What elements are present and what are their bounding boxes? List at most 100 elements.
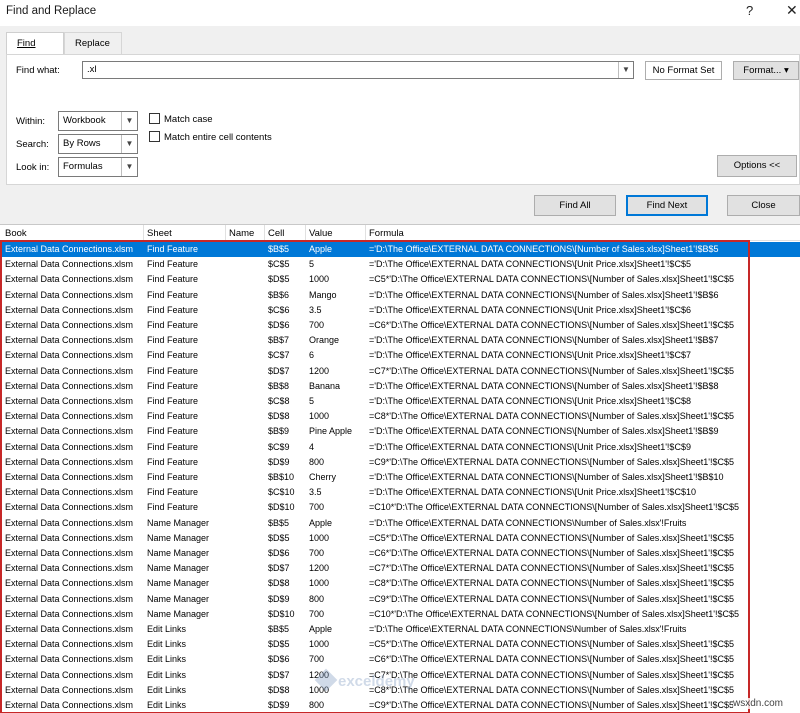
table-cell: =C7*'D:\The Office\EXTERNAL DATA CONNECT… bbox=[369, 365, 734, 376]
table-row[interactable]: External Data Connections.xlsm Name Manag… bbox=[0, 576, 800, 591]
table-cell: =C6*'D:\The Office\EXTERNAL DATA CONNECT… bbox=[369, 654, 734, 665]
table-row[interactable]: External Data Connections.xlsm Find Featu… bbox=[0, 424, 800, 439]
table-row[interactable]: External Data Connections.xlsm Find Featu… bbox=[0, 379, 800, 394]
table-cell: External Data Connections.xlsm bbox=[5, 563, 134, 574]
chevron-down-icon: ▼ bbox=[121, 158, 137, 176]
table-cell: External Data Connections.xlsm bbox=[5, 274, 134, 285]
table-cell: $D$6 bbox=[268, 548, 290, 558]
format-button[interactable]: Format... ▾ bbox=[733, 61, 799, 80]
table-row[interactable]: External Data Connections.xlsm Find Featu… bbox=[0, 242, 800, 258]
table-row[interactable]: External Data Connections.xlsm Name Manag… bbox=[0, 531, 800, 546]
tab-replace[interactable]: Replace bbox=[64, 32, 122, 54]
table-row[interactable]: External Data Connections.xlsm Find Featu… bbox=[0, 394, 800, 409]
table-row[interactable]: External Data Connections.xlsm Find Featu… bbox=[0, 455, 800, 470]
table-cell: Banana bbox=[309, 380, 341, 391]
table-row[interactable]: External Data Connections.xlsm Name Manag… bbox=[0, 561, 800, 576]
find-what-input[interactable]: .xl ▼ bbox=[82, 61, 634, 79]
table-cell: External Data Connections.xlsm bbox=[5, 472, 134, 482]
table-cell: Find Feature bbox=[147, 365, 199, 376]
match-case-label: Match case bbox=[164, 114, 213, 125]
table-row[interactable]: External Data Connections.xlsm Name Manag… bbox=[0, 546, 800, 561]
match-entire-label: Match entire cell contents bbox=[164, 132, 272, 143]
find-what-value: .xl bbox=[87, 64, 97, 75]
table-row[interactable]: External Data Connections.xlsm Find Featu… bbox=[0, 440, 800, 455]
table-cell: Find Feature bbox=[147, 259, 199, 270]
table-row[interactable]: External Data Connections.xlsm Edit Links… bbox=[0, 698, 800, 713]
table-cell: Edit Links bbox=[147, 624, 187, 634]
table-row[interactable]: External Data Connections.xlsm Find Featu… bbox=[0, 500, 800, 515]
table-cell: 800 bbox=[309, 593, 325, 604]
table-cell: ='D:\The Office\EXTERNAL DATA CONNECTION… bbox=[369, 487, 696, 498]
table-row[interactable]: External Data Connections.xlsm Edit Links… bbox=[0, 622, 800, 637]
find-all-button[interactable]: Find All bbox=[534, 195, 616, 216]
look-in-label: Look in: bbox=[16, 162, 50, 173]
options-button[interactable]: Options << bbox=[717, 155, 797, 177]
tab-find[interactable]: Find bbox=[6, 32, 64, 55]
table-row[interactable]: External Data Connections.xlsm Find Featu… bbox=[0, 364, 800, 379]
table-cell: $B$10 bbox=[268, 472, 295, 482]
table-cell: External Data Connections.xlsm bbox=[5, 654, 134, 665]
table-cell: $B$7 bbox=[268, 335, 290, 346]
column-header-cell[interactable]: Cell bbox=[268, 228, 284, 239]
chevron-down-icon: ▾ bbox=[783, 65, 789, 76]
within-select[interactable]: Workbook ▼ bbox=[58, 111, 138, 131]
column-header-value[interactable]: Value bbox=[309, 228, 333, 239]
table-cell: $D$6 bbox=[268, 320, 290, 330]
column-header-name[interactable]: Name bbox=[229, 228, 254, 239]
table-cell: 800 bbox=[309, 456, 325, 467]
table-row[interactable]: External Data Connections.xlsm Name Manag… bbox=[0, 592, 800, 607]
table-row[interactable]: External Data Connections.xlsm Find Featu… bbox=[0, 348, 800, 363]
table-row[interactable]: External Data Connections.xlsm Find Featu… bbox=[0, 303, 800, 318]
table-cell: $B$8 bbox=[268, 380, 290, 391]
table-cell: External Data Connections.xlsm bbox=[5, 320, 134, 330]
table-cell: External Data Connections.xlsm bbox=[5, 304, 134, 315]
table-row[interactable]: External Data Connections.xlsm Find Featu… bbox=[0, 288, 800, 303]
column-header-sheet[interactable]: Sheet bbox=[147, 228, 172, 239]
table-cell: 1000 bbox=[309, 411, 330, 422]
search-select[interactable]: By Rows ▼ bbox=[58, 134, 138, 154]
table-row[interactable]: External Data Connections.xlsm Edit Links… bbox=[0, 652, 800, 667]
match-case-checkbox[interactable] bbox=[149, 113, 160, 124]
table-cell: Find Feature bbox=[147, 426, 199, 437]
table-cell: =C10*'D:\The Office\EXTERNAL DATA CONNEC… bbox=[369, 608, 739, 619]
find-next-button[interactable]: Find Next bbox=[626, 195, 708, 216]
table-row[interactable]: External Data Connections.xlsm Name Manag… bbox=[0, 607, 800, 622]
table-cell: External Data Connections.xlsm bbox=[5, 608, 134, 619]
table-cell: External Data Connections.xlsm bbox=[5, 700, 134, 710]
match-entire-checkbox[interactable] bbox=[149, 131, 160, 142]
table-cell: 3.5 bbox=[309, 304, 322, 315]
table-cell: Edit Links bbox=[147, 654, 187, 665]
table-row[interactable]: External Data Connections.xlsm Edit Links… bbox=[0, 637, 800, 652]
table-row[interactable]: External Data Connections.xlsm Find Featu… bbox=[0, 333, 800, 348]
table-cell: ='D:\The Office\EXTERNAL DATA CONNECTION… bbox=[369, 441, 691, 452]
table-cell: Apple bbox=[309, 244, 333, 254]
table-row[interactable]: External Data Connections.xlsm Find Featu… bbox=[0, 257, 800, 272]
table-cell: $B$6 bbox=[268, 289, 290, 300]
table-row[interactable]: External Data Connections.xlsm Name Manag… bbox=[0, 516, 800, 531]
table-cell: External Data Connections.xlsm bbox=[5, 289, 134, 300]
look-in-select[interactable]: Formulas ▼ bbox=[58, 157, 138, 177]
table-row[interactable]: External Data Connections.xlsm Find Featu… bbox=[0, 318, 800, 333]
chevron-down-icon[interactable]: ▼ bbox=[618, 62, 633, 78]
help-icon[interactable]: ? bbox=[746, 3, 753, 18]
table-row[interactable]: External Data Connections.xlsm Find Featu… bbox=[0, 409, 800, 424]
table-cell: Find Feature bbox=[147, 274, 199, 285]
table-row[interactable]: External Data Connections.xlsm Find Featu… bbox=[0, 485, 800, 500]
table-cell: $D$8 bbox=[268, 684, 290, 695]
close-icon[interactable]: ✕ bbox=[786, 2, 798, 19]
table-cell: Find Feature bbox=[147, 502, 199, 513]
column-header-book[interactable]: Book bbox=[5, 228, 27, 239]
table-row[interactable]: External Data Connections.xlsm Find Featu… bbox=[0, 470, 800, 485]
table-cell: 700 bbox=[309, 548, 325, 558]
table-cell: $D$8 bbox=[268, 578, 290, 589]
no-format-set-button[interactable]: No Format Set bbox=[645, 61, 722, 80]
close-button[interactable]: Close bbox=[727, 195, 800, 216]
table-cell: 700 bbox=[309, 320, 325, 330]
table-cell: =C5*'D:\The Office\EXTERNAL DATA CONNECT… bbox=[369, 639, 734, 650]
search-label: Search: bbox=[16, 139, 49, 150]
table-cell: ='D:\The Office\EXTERNAL DATA CONNECTION… bbox=[369, 624, 687, 634]
table-row[interactable]: External Data Connections.xlsm Find Featu… bbox=[0, 272, 800, 287]
table-cell: $D$9 bbox=[268, 700, 290, 710]
column-header-formula[interactable]: Formula bbox=[369, 228, 404, 239]
table-cell: External Data Connections.xlsm bbox=[5, 639, 134, 650]
